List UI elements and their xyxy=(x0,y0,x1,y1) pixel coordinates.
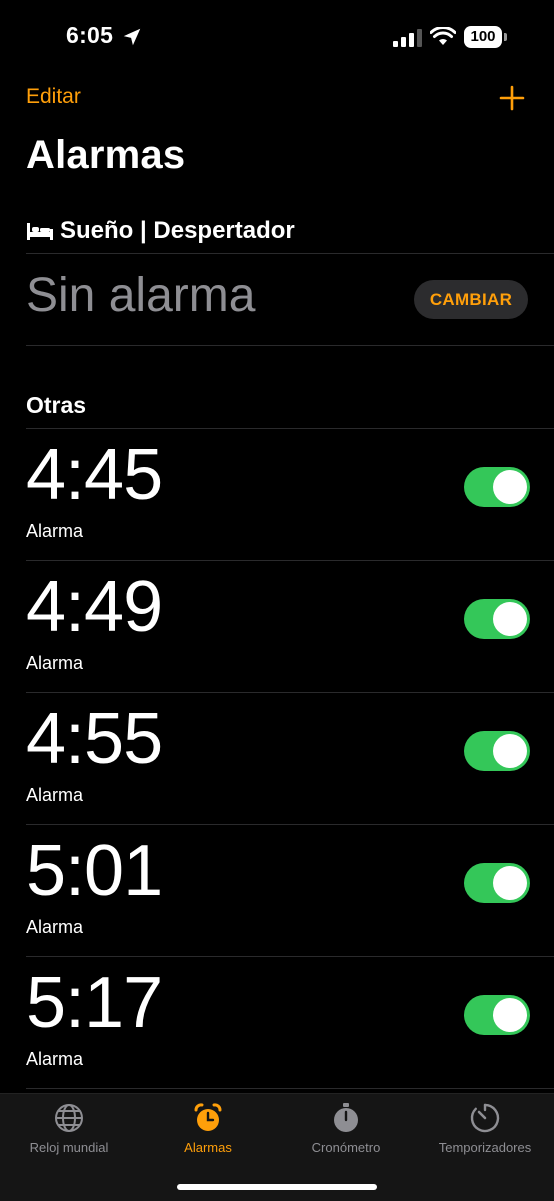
tab-stopwatch[interactable]: Cronómetro xyxy=(277,1102,415,1155)
cellular-signal-icon xyxy=(393,29,422,47)
tab-world-clock[interactable]: Reloj mundial xyxy=(0,1102,138,1155)
stopwatch-icon xyxy=(334,1103,358,1132)
status-bar: 6:05 100 xyxy=(0,0,554,70)
divider xyxy=(26,345,554,346)
tab-label: Temporizadores xyxy=(438,1140,532,1155)
status-time: 6:05 xyxy=(66,22,114,48)
alarm-label: Alarma xyxy=(26,1049,84,1069)
divider xyxy=(26,824,554,825)
divider xyxy=(26,1088,554,1089)
tab-label: Alarmas xyxy=(184,1140,232,1155)
page-title: Alarmas xyxy=(26,133,186,177)
others-section-header: Otras xyxy=(26,392,87,418)
alarm-label: Alarma xyxy=(26,521,84,541)
divider xyxy=(26,692,554,693)
divider xyxy=(26,253,554,254)
alarm-label: Alarma xyxy=(26,653,84,673)
alarm-row[interactable]: 4:55 Alarma xyxy=(0,695,554,826)
alarm-row[interactable]: 4:45 Alarma xyxy=(0,431,554,562)
divider xyxy=(26,428,554,429)
alarm-row[interactable]: 5:01 Alarma xyxy=(0,827,554,958)
timer-icon xyxy=(470,1103,500,1133)
wifi-icon xyxy=(430,27,456,45)
sleep-section-header: Sueño | Despertador xyxy=(26,215,295,247)
alarm-row[interactable]: 4:49 Alarma xyxy=(0,563,554,694)
tab-label: Cronómetro xyxy=(311,1140,381,1155)
alarm-time: 5:01 xyxy=(26,831,163,911)
change-button[interactable]: CAMBIAR xyxy=(414,280,528,319)
alarm-clock-icon xyxy=(194,1103,222,1131)
alarm-toggle[interactable] xyxy=(464,863,530,903)
alarm-toggle[interactable] xyxy=(464,599,530,639)
sleep-alarm-status: Sin alarma xyxy=(26,269,256,322)
plus-icon[interactable] xyxy=(499,85,525,111)
divider xyxy=(26,956,554,957)
battery-icon: 100 xyxy=(464,26,508,48)
alarm-label: Alarma xyxy=(26,917,84,937)
globe-icon xyxy=(55,1104,83,1132)
alarm-toggle[interactable] xyxy=(464,995,530,1035)
alarm-toggle[interactable] xyxy=(464,731,530,771)
bed-icon xyxy=(27,223,53,240)
tab-alarms[interactable]: Alarmas xyxy=(139,1102,277,1155)
alarm-time: 4:55 xyxy=(26,699,163,779)
sleep-header-label: Sueño | Despertador xyxy=(60,217,295,244)
location-arrow-icon xyxy=(123,28,141,46)
alarm-toggle[interactable] xyxy=(464,467,530,507)
alarm-time: 4:45 xyxy=(26,435,163,515)
alarm-row[interactable]: 5:17 Alarma xyxy=(0,959,554,1090)
alarm-label: Alarma xyxy=(26,785,84,805)
tab-label: Reloj mundial xyxy=(29,1140,109,1155)
edit-button[interactable]: Editar xyxy=(26,85,81,109)
alarm-time: 5:17 xyxy=(26,963,163,1043)
battery-level: 100 xyxy=(464,26,502,48)
home-indicator[interactable] xyxy=(177,1184,377,1190)
tab-timers[interactable]: Temporizadores xyxy=(416,1102,554,1155)
alarm-time: 4:49 xyxy=(26,567,163,647)
divider xyxy=(26,560,554,561)
